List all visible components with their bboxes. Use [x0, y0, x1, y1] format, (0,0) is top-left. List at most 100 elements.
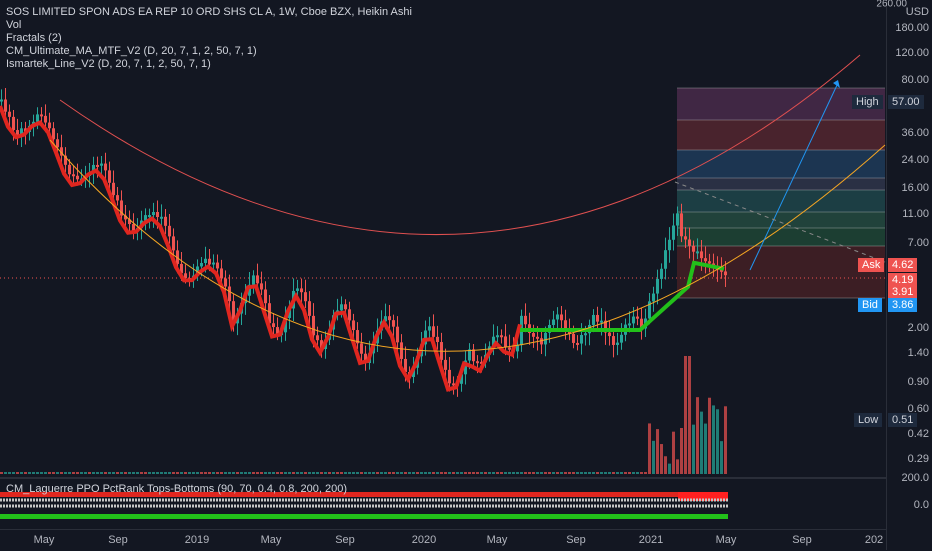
volume-bar	[596, 472, 599, 474]
volume-bar	[0, 472, 3, 474]
volume-bar	[332, 472, 335, 474]
volume-bar	[192, 472, 195, 474]
volume-bar	[136, 472, 139, 474]
price-tick: 0.90	[908, 376, 929, 388]
volume-bar	[196, 472, 199, 474]
volume-bar	[312, 472, 315, 474]
volume-bar	[564, 472, 567, 474]
price-tick: 180.00	[895, 22, 929, 34]
candle-body	[44, 116, 47, 123]
currency-label: USD	[906, 6, 929, 18]
price-tick: 120.00	[895, 47, 929, 59]
volume-bar	[484, 472, 487, 474]
volume-bar	[176, 472, 179, 474]
legend-ma[interactable]: CM_Ultimate_MA_MTF_V2 (D, 20, 7, 1, 2, 5…	[6, 45, 412, 58]
volume-bar	[568, 472, 571, 474]
candle-body	[664, 250, 667, 269]
volume-bar	[228, 472, 231, 474]
volume-bar	[36, 472, 39, 474]
legend-vol[interactable]: Vol	[6, 19, 412, 32]
osc-tick: 200.0	[901, 472, 929, 484]
candle-body	[8, 112, 11, 117]
candle-body	[48, 123, 51, 129]
volume-bar	[536, 472, 539, 474]
volume-bar	[276, 472, 279, 474]
candle-body	[72, 174, 75, 176]
volume-bar	[368, 472, 371, 474]
volume-bar	[380, 472, 383, 474]
time-tick: Sep	[335, 534, 355, 546]
volume-bar	[704, 424, 707, 474]
candle-body	[704, 258, 707, 261]
candle-body	[220, 268, 223, 278]
price-chart-canvas[interactable]	[0, 0, 886, 529]
candle-body	[636, 317, 639, 319]
candle-body	[360, 343, 363, 353]
candle-body	[396, 327, 399, 343]
candle-body	[660, 269, 663, 279]
symbol-title[interactable]: SOS LIMITED SPON ADS EA REP 10 ORD SHS C…	[6, 6, 412, 19]
volume-bar	[168, 472, 171, 474]
candle-body	[500, 335, 503, 337]
candle-body	[212, 263, 215, 265]
volume-bar	[308, 472, 311, 474]
volume-bar	[460, 472, 463, 474]
volume-bar	[692, 425, 695, 474]
volume-bar	[88, 472, 91, 474]
candle-body	[104, 164, 107, 171]
time-tick: May	[261, 534, 282, 546]
volume-bar	[364, 472, 367, 474]
volume-bar	[684, 356, 687, 474]
candle-body	[556, 314, 559, 319]
candle-body	[40, 114, 43, 116]
candle-body	[684, 236, 687, 239]
volume-bar	[32, 472, 35, 474]
volume-bar	[184, 472, 187, 474]
candle-body	[596, 315, 599, 322]
candle-body	[600, 321, 603, 323]
candle-body	[584, 333, 587, 335]
volume-bar	[220, 472, 223, 474]
volume-bar	[180, 472, 183, 474]
volume-bar	[300, 472, 303, 474]
volume-bar	[256, 472, 259, 474]
candle-body	[168, 226, 171, 237]
volume-bar	[116, 472, 119, 474]
candle-body	[628, 323, 631, 325]
pane-divider[interactable]	[0, 477, 932, 479]
volume-bar	[80, 472, 83, 474]
time-axis[interactable]: May Sep 2019 May Sep 2020 May Sep 2021 M…	[0, 529, 886, 551]
volume-bar	[500, 472, 503, 474]
volume-bar	[640, 472, 643, 474]
price-tick: 36.00	[901, 127, 929, 139]
volume-bar	[292, 472, 295, 474]
legend-ismartek[interactable]: Ismartek_Line_V2 (D, 20, 7, 1, 2, 50, 7,…	[6, 58, 412, 71]
volume-bar	[392, 472, 395, 474]
volume-bar	[328, 472, 331, 474]
volume-bar	[552, 472, 555, 474]
volume-bar	[164, 472, 167, 474]
volume-bar	[172, 472, 175, 474]
volume-bar	[512, 472, 515, 474]
volume-bar	[664, 456, 667, 474]
legend-fractals[interactable]: Fractals (2)	[6, 32, 412, 45]
volume-bar	[696, 397, 699, 474]
time-tick: Sep	[108, 534, 128, 546]
volume-bar	[524, 472, 527, 474]
candle-body	[228, 287, 231, 302]
candle-body	[652, 294, 655, 302]
osc-bottom-band	[0, 514, 728, 519]
volume-bar	[572, 472, 575, 474]
candle-body	[56, 139, 59, 147]
oscillator-label[interactable]: CM_Laguerre PPO PctRank Tops-Bottoms (90…	[6, 483, 347, 495]
volume-bar	[8, 472, 11, 474]
candle-body	[572, 334, 575, 343]
price-tick: 1.40	[908, 347, 929, 359]
volume-bar	[188, 472, 191, 474]
time-tick: 2019	[185, 534, 209, 546]
price-tick: 0.29	[908, 453, 929, 465]
volume-bar	[508, 472, 511, 474]
volume-bar	[396, 472, 399, 474]
candle-body	[672, 226, 675, 240]
candle-body	[316, 335, 319, 340]
